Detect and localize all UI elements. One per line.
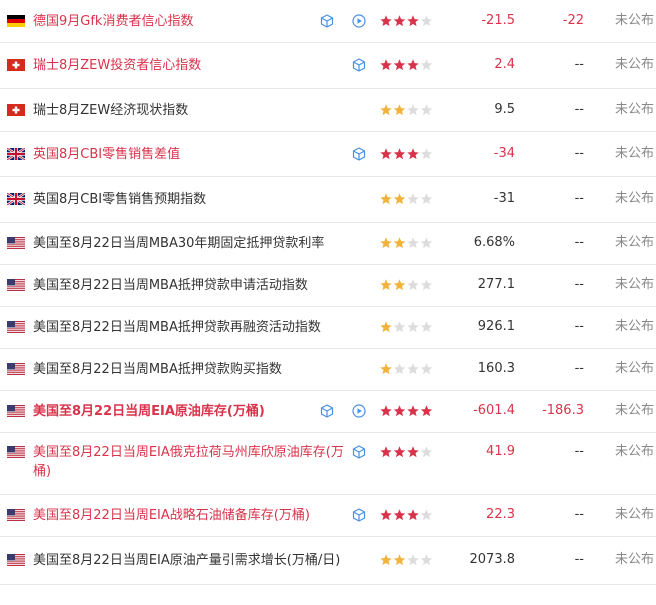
table-row[interactable]: 美国至8月22日当周MBA抵押贷款购买指数 160.3 -- 未公布 — [0, 349, 656, 391]
previous-value: 未公布 — [614, 319, 654, 334]
actual-value: 926.1 — [477, 319, 515, 334]
previous-value: 未公布 — [614, 403, 654, 418]
forecast-value: -22 — [562, 13, 584, 28]
economic-calendar-table: 德国9月Gfk消费者信心指数 -21.5 -22 未公布 瑞士8月ZEW投资者信心指数 2… — [0, 0, 656, 585]
event-name[interactable]: 美国至8月22日当周MBA抵押贷款再融资活动指数 — [33, 318, 343, 337]
switzerland-flag-icon — [7, 104, 25, 116]
previous-value: 未公布 — [614, 507, 654, 522]
forecast-value: -- — [574, 235, 584, 250]
forecast-value: -- — [574, 146, 584, 161]
actual-value: 277.1 — [477, 277, 515, 292]
event-name[interactable]: 英国8月CBI零售销售差值 — [33, 145, 343, 164]
previous-value: 未公布 — [614, 444, 654, 459]
usa-flag-icon — [7, 446, 25, 458]
event-name[interactable]: 瑞士8月ZEW投资者信心指数 — [33, 56, 343, 75]
usa-flag-icon — [7, 321, 25, 333]
event-name[interactable]: 瑞士8月ZEW经济现状指数 — [33, 101, 343, 120]
forecast-value: -- — [574, 552, 584, 567]
play-icon[interactable] — [352, 14, 366, 28]
event-name[interactable]: 美国至8月22日当周MBA30年期固定抵押贷款利率 — [33, 234, 343, 253]
event-name[interactable]: 美国至8月22日当周EIA战略石油储备库存(万桶) — [33, 506, 343, 525]
previous-value: 未公布 — [614, 102, 654, 117]
cube-icon[interactable] — [352, 58, 366, 72]
actual-value: 41.9 — [486, 444, 515, 459]
event-name[interactable]: 英国8月CBI零售销售预期指数 — [33, 190, 343, 209]
forecast-value: -- — [574, 277, 584, 292]
event-name[interactable]: 美国至8月22日当周EIA原油库存(万桶) — [33, 402, 343, 421]
usa-flag-icon — [7, 363, 25, 375]
actual-value: 2.4 — [494, 57, 515, 72]
actual-value: 9.5 — [494, 102, 515, 117]
forecast-value: -- — [574, 191, 584, 206]
actual-value: 22.3 — [486, 507, 515, 522]
table-row[interactable]: 德国9月Gfk消费者信心指数 -21.5 -22 未公布 — [0, 0, 656, 43]
forecast-value: -- — [574, 361, 584, 376]
previous-value: 未公布 — [614, 361, 654, 376]
table-row[interactable]: 瑞士8月ZEW经济现状指数 9.5 -- 未公布 — [0, 89, 656, 132]
forecast-value: -- — [574, 57, 584, 72]
forecast-value: -- — [574, 102, 584, 117]
actual-value: 6.68% — [473, 235, 515, 250]
previous-value: 未公布 — [614, 191, 654, 206]
cube-icon[interactable] — [352, 508, 366, 522]
previous-value: 未公布 — [614, 277, 654, 292]
cube-icon[interactable] — [352, 445, 366, 459]
actual-value: -31 — [493, 191, 515, 206]
table-row[interactable]: 瑞士8月ZEW投资者信心指数 2.4 -- 未公布 — [0, 43, 656, 89]
table-row[interactable]: 美国至8月22日当周EIA战略石油储备库存(万桶) 22.3 -- 未公布 — [0, 495, 656, 537]
switzerland-flag-icon — [7, 59, 25, 71]
actual-value: -34 — [493, 146, 515, 161]
germany-flag-icon — [7, 15, 25, 27]
table-row[interactable]: 美国至8月22日当周EIA原油库存(万桶) -601.4 -186.3 未公布 — [0, 391, 656, 433]
event-name[interactable]: 德国9月Gfk消费者信心指数 — [33, 12, 343, 31]
table-row[interactable]: 美国至8月22日当周MBA30年期固定抵押贷款利率 6.68% -- 未公布 — [0, 223, 656, 265]
play-icon[interactable] — [352, 404, 366, 418]
cube-icon[interactable] — [320, 14, 334, 28]
usa-flag-icon — [7, 554, 25, 566]
table-row[interactable]: 英国8月CBI零售销售差值 -34 -- 未公布 — [0, 132, 656, 177]
cube-icon[interactable] — [320, 404, 334, 418]
table-row[interactable]: 英国8月CBI零售销售预期指数 -31 -- 未公布 — [0, 177, 656, 223]
usa-flag-icon — [7, 509, 25, 521]
actual-value: -601.4 — [473, 403, 515, 418]
previous-value: 未公布 — [614, 552, 654, 567]
uk-flag-icon — [7, 193, 25, 205]
usa-flag-icon — [7, 237, 25, 249]
previous-value: 未公布 — [614, 13, 654, 28]
table-row[interactable]: 美国至8月22日当周EIA俄克拉荷马州库欣原油库存(万桶) 41.9 -- 未公布 — [0, 433, 656, 495]
previous-value: 未公布 — [614, 235, 654, 250]
cube-icon[interactable] — [352, 147, 366, 161]
forecast-value: -- — [574, 507, 584, 522]
actual-value: -21.5 — [481, 13, 515, 28]
table-row[interactable]: 美国至8月22日当周MBA抵押贷款申请活动指数 277.1 -- 未公布 — [0, 265, 656, 307]
event-name[interactable]: 美国至8月22日当周EIA俄克拉荷马州库欣原油库存(万桶) — [33, 443, 351, 481]
table-row[interactable]: 美国至8月22日当周MBA抵押贷款再融资活动指数 926.1 -- 未公布 — [0, 307, 656, 349]
forecast-value: -- — [574, 319, 584, 334]
usa-flag-icon — [7, 279, 25, 291]
uk-flag-icon — [7, 148, 25, 160]
event-name[interactable]: 美国至8月22日当周EIA原油产量引需求增长(万桶/日) — [33, 551, 343, 570]
actual-value: 2073.8 — [469, 552, 516, 567]
table-row[interactable]: 美国至8月22日当周EIA原油产量引需求增长(万桶/日) 2073.8 -- 未公布 — [0, 537, 656, 585]
event-name[interactable]: 美国至8月22日当周MBA抵押贷款申请活动指数 — [33, 276, 343, 295]
actual-value: 160.3 — [477, 361, 515, 376]
event-name[interactable]: 美国至8月22日当周MBA抵押贷款购买指数 — [33, 360, 343, 379]
previous-value: 未公布 — [614, 57, 654, 72]
usa-flag-icon — [7, 405, 25, 417]
forecast-value: -- — [574, 444, 584, 459]
forecast-value: -186.3 — [542, 403, 584, 418]
previous-value: 未公布 — [614, 146, 654, 161]
